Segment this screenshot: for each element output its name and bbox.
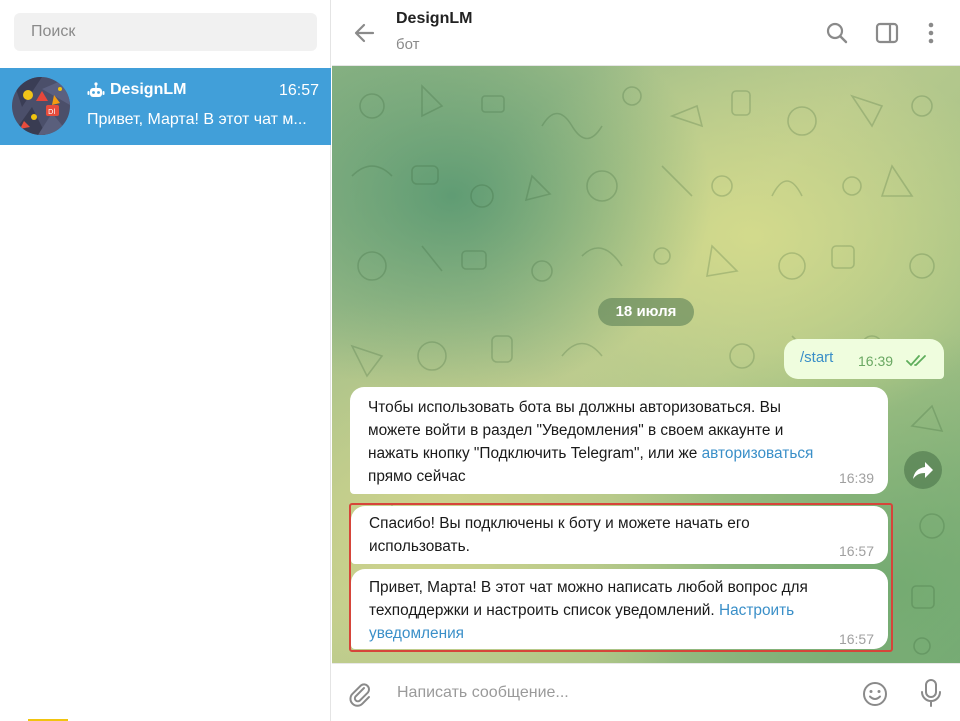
- search-icon[interactable]: [824, 20, 850, 46]
- bot-icon: [87, 82, 105, 97]
- search-input[interactable]: Поиск: [14, 13, 317, 51]
- chat-time: 16:57: [278, 82, 319, 99]
- paperclip-icon[interactable]: [346, 680, 374, 708]
- chat-title[interactable]: DesignLM: [396, 10, 472, 28]
- bot-command-link[interactable]: /start: [800, 349, 833, 366]
- read-checkmarks-icon: [906, 355, 926, 367]
- back-arrow-icon[interactable]: [352, 20, 378, 46]
- message-composer: Написать сообщение...: [332, 663, 960, 721]
- sidebar-toggle-icon[interactable]: [874, 20, 900, 46]
- chat-list-item-designlm[interactable]: Dl DesignLM 16:57 Привет, Марта! В этот …: [0, 68, 331, 145]
- highlight-box: [349, 503, 893, 652]
- forward-button[interactable]: [904, 451, 942, 489]
- message-time: 16:39: [838, 470, 874, 486]
- svg-text:Dl: Dl: [48, 108, 55, 116]
- message-input[interactable]: Написать сообщение...: [397, 684, 569, 702]
- outgoing-message[interactable]: /start 16:39: [784, 339, 944, 379]
- message-time: 16:39: [858, 353, 894, 369]
- chat-header: DesignLM бот: [332, 0, 960, 66]
- chat-name: DesignLM: [110, 81, 187, 98]
- incoming-message[interactable]: Чтобы использовать бота вы должны автори…: [350, 387, 888, 494]
- designlm-avatar: Dl: [12, 77, 70, 135]
- authorize-link[interactable]: авторизоваться: [702, 445, 814, 462]
- more-vert-icon[interactable]: [918, 20, 944, 46]
- chat-preview: Привет, Марта! В этот чат м...: [87, 111, 307, 128]
- message-text: Чтобы использовать бота вы должны автори…: [368, 399, 814, 485]
- chat-subtitle: бот: [396, 36, 420, 53]
- chat-messages-area[interactable]: 18 июля /start 16:39 Чтобы использовать …: [332, 66, 960, 663]
- forward-arrow-icon: [913, 462, 933, 479]
- date-divider: 18 июля: [598, 298, 694, 326]
- chat-list-sidebar: Поиск Dl DesignLM 16:57 Привет, Марта! В…: [0, 0, 331, 721]
- microphone-icon[interactable]: [918, 678, 944, 708]
- emoji-icon[interactable]: [860, 679, 890, 709]
